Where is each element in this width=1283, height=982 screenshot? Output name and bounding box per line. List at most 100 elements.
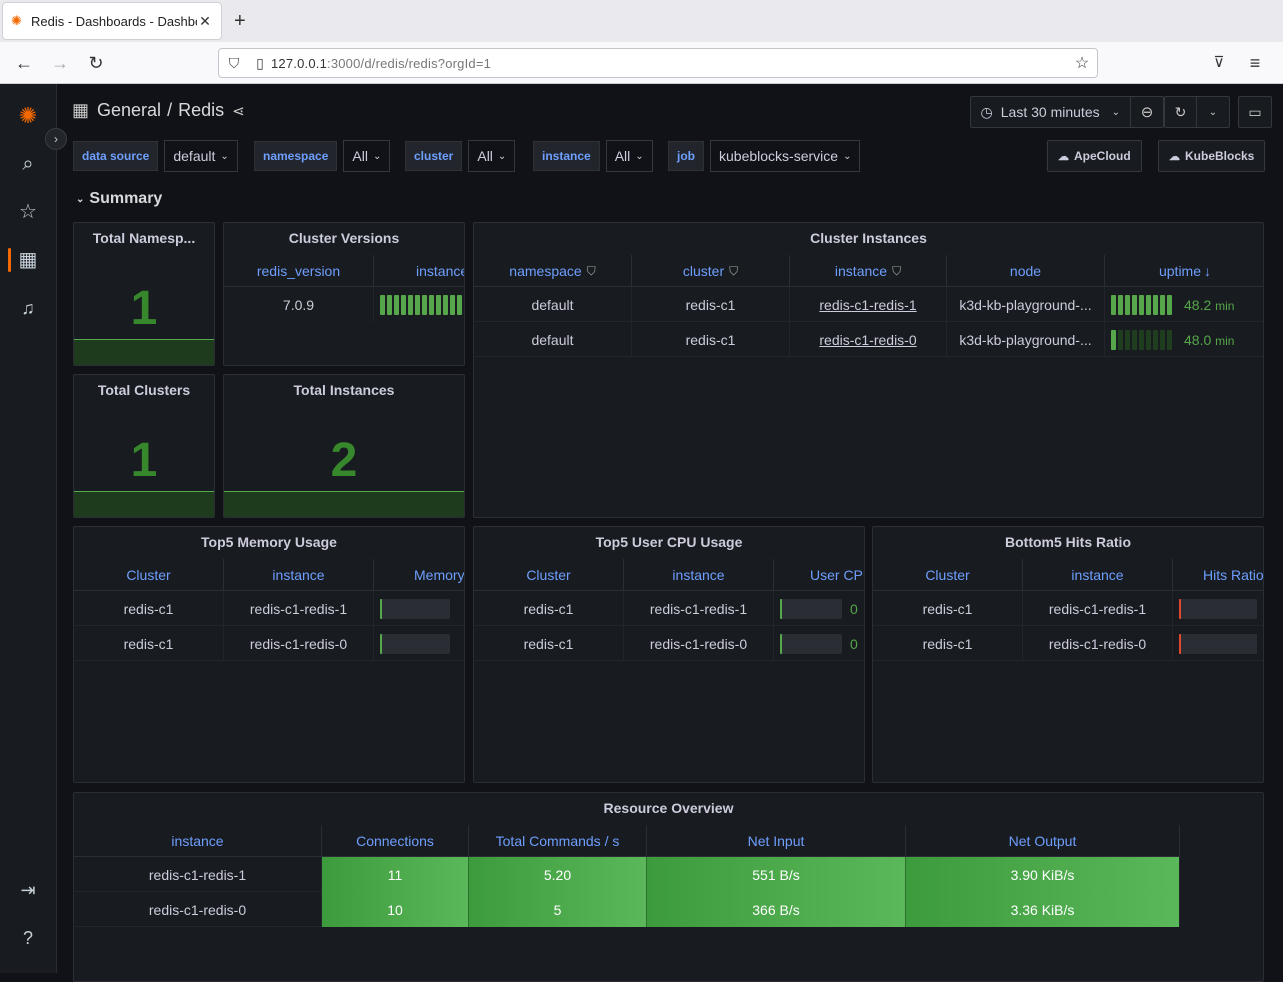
var-select[interactable]: All ⌄ xyxy=(605,140,653,172)
expand-menu-icon[interactable]: › xyxy=(45,128,67,150)
var-value: All xyxy=(352,148,368,164)
panel-total-instances[interactable]: Total Instances 2 xyxy=(223,374,465,518)
pocket-icon[interactable]: ⊽ xyxy=(1208,52,1230,74)
table-cell: redis-c1 xyxy=(632,322,790,357)
column-header[interactable]: instance ⛉ xyxy=(790,255,947,287)
table-row: 7.0.9 xyxy=(224,287,464,322)
column-header[interactable]: namespace ⛉ xyxy=(474,255,632,287)
column-header[interactable]: instance xyxy=(624,559,774,591)
link-apecloud[interactable]: ☁ ApeCloud xyxy=(1047,140,1142,172)
row-summary[interactable]: ⌄ Summary xyxy=(76,190,162,208)
panel-resource-overview[interactable]: Resource Overview instance Connections T… xyxy=(73,792,1264,982)
table-cell: redis-c1-redis-1 xyxy=(624,591,774,626)
close-tab-icon[interactable]: ✕ xyxy=(197,13,213,30)
column-header[interactable]: Net Output xyxy=(906,825,1180,857)
forward-icon[interactable]: → xyxy=(49,52,71,74)
column-header[interactable]: instance xyxy=(74,825,322,857)
time-range-picker[interactable]: ◷ Last 30 minutes ⌄ ⊖ xyxy=(969,96,1164,128)
var-select[interactable]: All ⌄ xyxy=(468,140,516,172)
var-select[interactable]: default ⌄ xyxy=(164,140,238,172)
bell-icon[interactable]: ♫ xyxy=(14,294,42,322)
table-cell: k3d-kb-playground-... xyxy=(947,322,1105,357)
bookmark-star-icon[interactable]: ☆ xyxy=(1067,53,1097,73)
table-row: default redis-c1 redis-c1-redis-1 k3d-kb… xyxy=(474,287,1263,322)
panel-cluster-versions[interactable]: Cluster Versions redis_version instance … xyxy=(223,222,465,366)
shield-icon[interactable]: ⛉ xyxy=(219,55,249,72)
panel-total-namespaces[interactable]: Total Namesp... 1 xyxy=(73,222,215,366)
zoom-out-icon[interactable]: ⊖ xyxy=(1131,97,1163,127)
help-icon[interactable]: ? xyxy=(14,924,42,952)
column-header[interactable]: Cluster xyxy=(873,559,1023,591)
star-icon[interactable]: ☆ xyxy=(14,198,42,226)
panel-top5-cpu[interactable]: Top5 User CPU Usage Cluster instance Use… xyxy=(473,526,865,783)
back-icon[interactable]: ← xyxy=(13,52,35,74)
filter-icon[interactable]: ⛉ xyxy=(587,264,596,279)
column-header[interactable]: Total Commands / s xyxy=(469,825,647,857)
column-header[interactable]: User CPU xyxy=(774,559,864,591)
column-header[interactable]: redis_version xyxy=(224,255,374,287)
refresh-picker[interactable]: ↻ ⌄ xyxy=(1164,96,1230,128)
table-cell: redis-c1-redis-1 xyxy=(74,857,322,892)
lcd-segment xyxy=(422,294,427,315)
link-kubeblocks[interactable]: ☁ KubeBlocks xyxy=(1158,140,1266,172)
new-tab-icon[interactable]: + xyxy=(234,11,246,31)
column-header[interactable]: Connections xyxy=(322,825,469,857)
sign-in-icon[interactable]: ⇥ xyxy=(14,876,42,904)
url-text[interactable]: 127.0.0.1:3000/d/redis/redis?orgId=1 xyxy=(271,56,1067,71)
reload-icon[interactable]: ↻ xyxy=(85,52,107,74)
panel-bottom5-hits[interactable]: Bottom5 Hits Ratio Cluster instance Hits… xyxy=(872,526,1264,783)
instance-link[interactable]: redis-c1-redis-1 xyxy=(819,297,916,313)
share-icon[interactable]: ⋖ xyxy=(232,102,245,120)
table-row: default redis-c1 redis-c1-redis-0 k3d-kb… xyxy=(474,322,1263,357)
var-namespace: namespace All ⌄ xyxy=(254,140,391,172)
tv-icon[interactable]: ▭ xyxy=(1238,96,1272,128)
dashboard-title[interactable]: Redis xyxy=(178,100,224,121)
filter-icon[interactable]: ⛉ xyxy=(892,264,901,279)
menu-icon[interactable]: ≡ xyxy=(1244,52,1266,74)
time-range-button[interactable]: ◷ Last 30 minutes ⌄ xyxy=(971,97,1131,127)
table-cell: redis-c1 xyxy=(74,591,224,626)
var-value: All xyxy=(614,148,631,164)
search-icon[interactable]: ⌕ xyxy=(14,150,42,178)
column-header[interactable]: cluster ⛉ xyxy=(632,255,790,287)
var-select[interactable]: All ⌄ xyxy=(343,140,391,172)
panel-top5-memory[interactable]: Top5 Memory Usage Cluster instance Memor… xyxy=(73,526,465,783)
column-header[interactable]: uptime ↓ xyxy=(1105,255,1263,287)
refresh-interval-chevron-icon[interactable]: ⌄ xyxy=(1197,97,1229,127)
sparkline xyxy=(224,491,464,517)
column-header[interactable]: instance xyxy=(224,559,374,591)
lcd-segment xyxy=(1167,294,1172,315)
refresh-icon[interactable]: ↻ xyxy=(1165,97,1197,127)
bar-gauge xyxy=(1179,633,1257,654)
uptime-number: 48.2 xyxy=(1184,296,1212,313)
url-bar[interactable]: ⛉ ▯ 127.0.0.1:3000/d/redis/redis?orgId=1… xyxy=(218,48,1098,78)
column-header[interactable]: node xyxy=(947,255,1105,287)
breadcrumb-folder[interactable]: General xyxy=(97,100,161,121)
panel-cluster-instances[interactable]: Cluster Instances namespace ⛉ cluster ⛉ in… xyxy=(473,222,1264,518)
instance-link[interactable]: redis-c1-redis-0 xyxy=(819,332,916,348)
var-select[interactable]: kubeblocks-service ⌄ xyxy=(710,140,861,172)
cpu-value: 0 xyxy=(850,635,858,652)
table-row: redis-c1 redis-c1-redis-1 xyxy=(74,591,464,626)
dashboards-icon[interactable]: ▦ xyxy=(14,246,42,274)
column-label: instance xyxy=(834,263,888,279)
table-cell: 11 xyxy=(322,857,469,892)
column-label: uptime xyxy=(1158,263,1202,279)
page-icon: ▯ xyxy=(256,54,264,71)
panel-title: Total Clusters xyxy=(97,382,191,398)
column-header[interactable]: instance xyxy=(1023,559,1173,591)
column-header[interactable]: Hits Ratio xyxy=(1173,559,1263,591)
column-header[interactable]: Memory xyxy=(374,559,464,591)
lcd-segment xyxy=(1118,329,1123,350)
table-cell: redis-c1 xyxy=(632,287,790,322)
column-header[interactable]: Net Input xyxy=(647,825,906,857)
filter-icon[interactable]: ⛉ xyxy=(729,264,738,279)
column-header[interactable]: Cluster xyxy=(474,559,624,591)
panel-total-clusters[interactable]: Total Clusters 1 xyxy=(73,374,215,518)
browser-tab[interactable]: ✺ Redis - Dashboards - Dashbo ✕ xyxy=(2,2,222,40)
grafana-logo-icon[interactable]: ✺ xyxy=(14,102,42,130)
column-header[interactable]: Cluster xyxy=(74,559,224,591)
table-cell: 7.0.9 xyxy=(224,287,374,322)
panel-title: Cluster Versions xyxy=(288,230,400,246)
column-header[interactable]: instance xyxy=(374,255,464,287)
